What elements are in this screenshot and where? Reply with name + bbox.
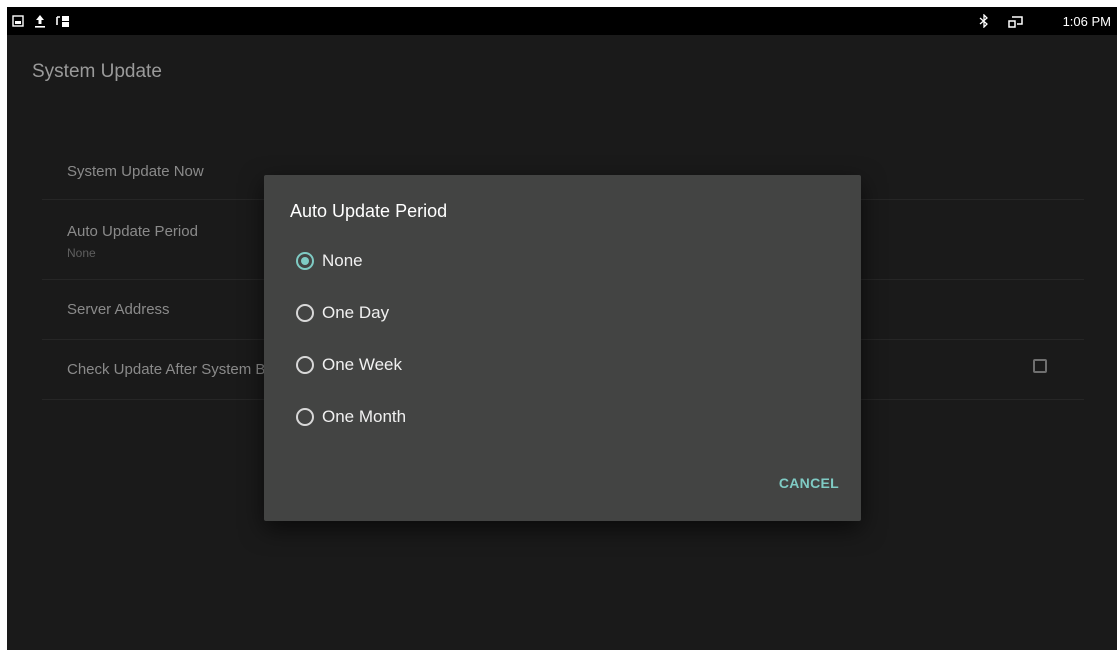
- cast-icon: [1007, 13, 1025, 29]
- status-bar: 1:06 PM: [7, 7, 1117, 35]
- cancel-button[interactable]: CANCEL: [779, 475, 839, 491]
- option-none[interactable]: None: [296, 245, 363, 277]
- radio-unchecked-icon[interactable]: [296, 304, 314, 322]
- option-label: One Week: [322, 355, 403, 374]
- radio-unchecked-icon[interactable]: [296, 408, 314, 426]
- upload-icon: [33, 13, 47, 29]
- screenshot-icon: [11, 13, 25, 29]
- status-clock: 1:06 PM: [1062, 14, 1111, 29]
- radio-checked-icon[interactable]: [296, 252, 314, 270]
- option-one-month[interactable]: One Month: [296, 401, 406, 433]
- option-one-week[interactable]: One Week: [296, 349, 402, 381]
- option-one-day[interactable]: One Day: [296, 297, 389, 329]
- radio-unchecked-icon[interactable]: [296, 356, 314, 374]
- bluetooth-icon: [977, 13, 991, 29]
- option-label: One Day: [322, 303, 390, 322]
- option-label: One Month: [322, 407, 407, 426]
- option-label: None: [322, 251, 363, 270]
- dialog-title: Auto Update Period: [290, 201, 448, 221]
- auto-update-period-dialog: Auto Update Period None One Day One Week…: [264, 175, 861, 521]
- data-transfer-icon: [54, 13, 72, 29]
- device-screen: 1:06 PM System Update System Update Now …: [7, 7, 1117, 650]
